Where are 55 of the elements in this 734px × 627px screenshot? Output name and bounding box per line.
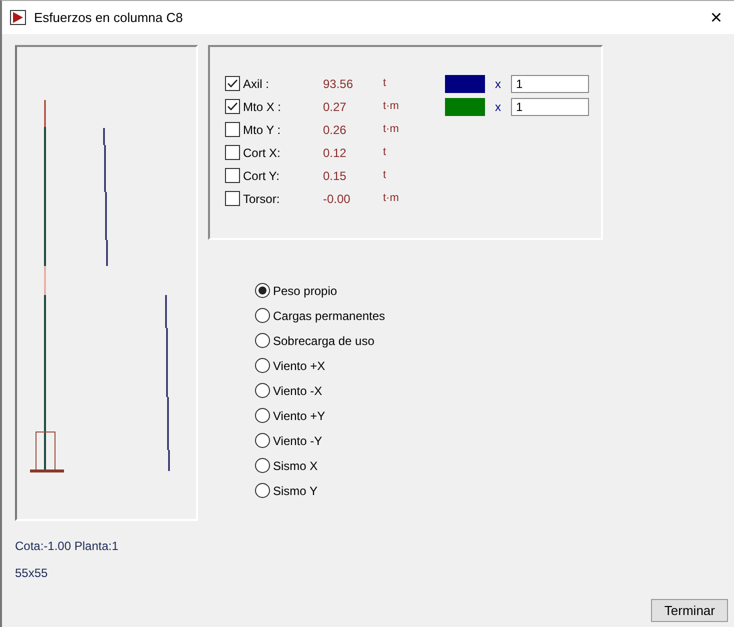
multiply-sign: x bbox=[495, 76, 501, 92]
checkbox[interactable] bbox=[225, 145, 240, 160]
radio-button[interactable] bbox=[255, 483, 270, 498]
multiply-sign: x bbox=[495, 98, 501, 116]
color-swatch[interactable] bbox=[445, 74, 485, 92]
effort-value: 0.26 bbox=[323, 122, 348, 138]
load-case-label[interactable]: Viento -X bbox=[273, 382, 322, 400]
radio-button[interactable] bbox=[255, 408, 270, 423]
radio-button[interactable] bbox=[255, 358, 270, 373]
effort-label: Cort X: bbox=[243, 144, 282, 162]
effort-value: 0.15 bbox=[323, 168, 348, 184]
effort-label: Mto X : bbox=[243, 98, 282, 116]
unit-label: t·m bbox=[383, 191, 400, 206]
info-text: Cota:-1.00 Planta:1 bbox=[15, 538, 120, 555]
radio-button[interactable] bbox=[255, 283, 270, 298]
scale-field[interactable]: 1 bbox=[511, 74, 589, 92]
effort-label: Torsor: bbox=[243, 190, 281, 208]
window-title: Esfuerzos en columna C8 bbox=[34, 8, 183, 27]
color-swatch[interactable] bbox=[445, 98, 485, 116]
load-case-label[interactable]: Peso propio bbox=[273, 282, 338, 300]
load-case-label[interactable]: Sobrecarga de uso bbox=[273, 332, 374, 350]
unit-label: t bbox=[383, 76, 388, 92]
effort-value: 0.27 bbox=[323, 98, 348, 116]
checkbox[interactable] bbox=[225, 99, 240, 114]
unit-label: t bbox=[383, 145, 388, 160]
load-case-label[interactable]: Cargas permanentes bbox=[273, 306, 386, 324]
checkbox[interactable] bbox=[225, 191, 240, 206]
load-case-label[interactable]: Viento +X bbox=[273, 356, 326, 374]
unit-label: t·m bbox=[383, 122, 400, 138]
radio-button[interactable] bbox=[255, 333, 270, 348]
radio-button[interactable] bbox=[255, 308, 270, 323]
load-case-label[interactable]: Viento -Y bbox=[273, 432, 322, 450]
close-button[interactable]: × bbox=[706, 8, 726, 28]
effort-value: 93.56 bbox=[323, 76, 354, 92]
load-case-label[interactable]: Sismo X bbox=[273, 456, 318, 474]
effort-label: Axil : bbox=[243, 76, 270, 92]
radio-button[interactable] bbox=[255, 433, 270, 448]
effort-label: Mto Y : bbox=[243, 122, 282, 138]
effort-value: 0.12 bbox=[323, 144, 348, 162]
effort-value: -0.00 bbox=[323, 190, 352, 208]
terminar-button[interactable]: Terminar bbox=[651, 598, 728, 622]
radio-button[interactable] bbox=[255, 458, 270, 473]
checkbox[interactable] bbox=[225, 76, 240, 91]
app-icon bbox=[10, 10, 26, 25]
unit-label: t bbox=[383, 168, 388, 184]
radio-button[interactable] bbox=[255, 383, 270, 398]
checkbox[interactable] bbox=[225, 168, 240, 183]
load-case-label[interactable]: Viento +Y bbox=[273, 406, 326, 424]
load-case-label[interactable]: Sismo Y bbox=[273, 482, 318, 500]
effort-label: Cort Y: bbox=[243, 168, 280, 184]
checkbox[interactable] bbox=[225, 122, 240, 137]
unit-label: t·m bbox=[383, 99, 400, 114]
scale-field[interactable]: 1 bbox=[511, 98, 589, 116]
info-text: 55x55 bbox=[15, 565, 49, 582]
radio-dot-icon bbox=[258, 286, 267, 295]
